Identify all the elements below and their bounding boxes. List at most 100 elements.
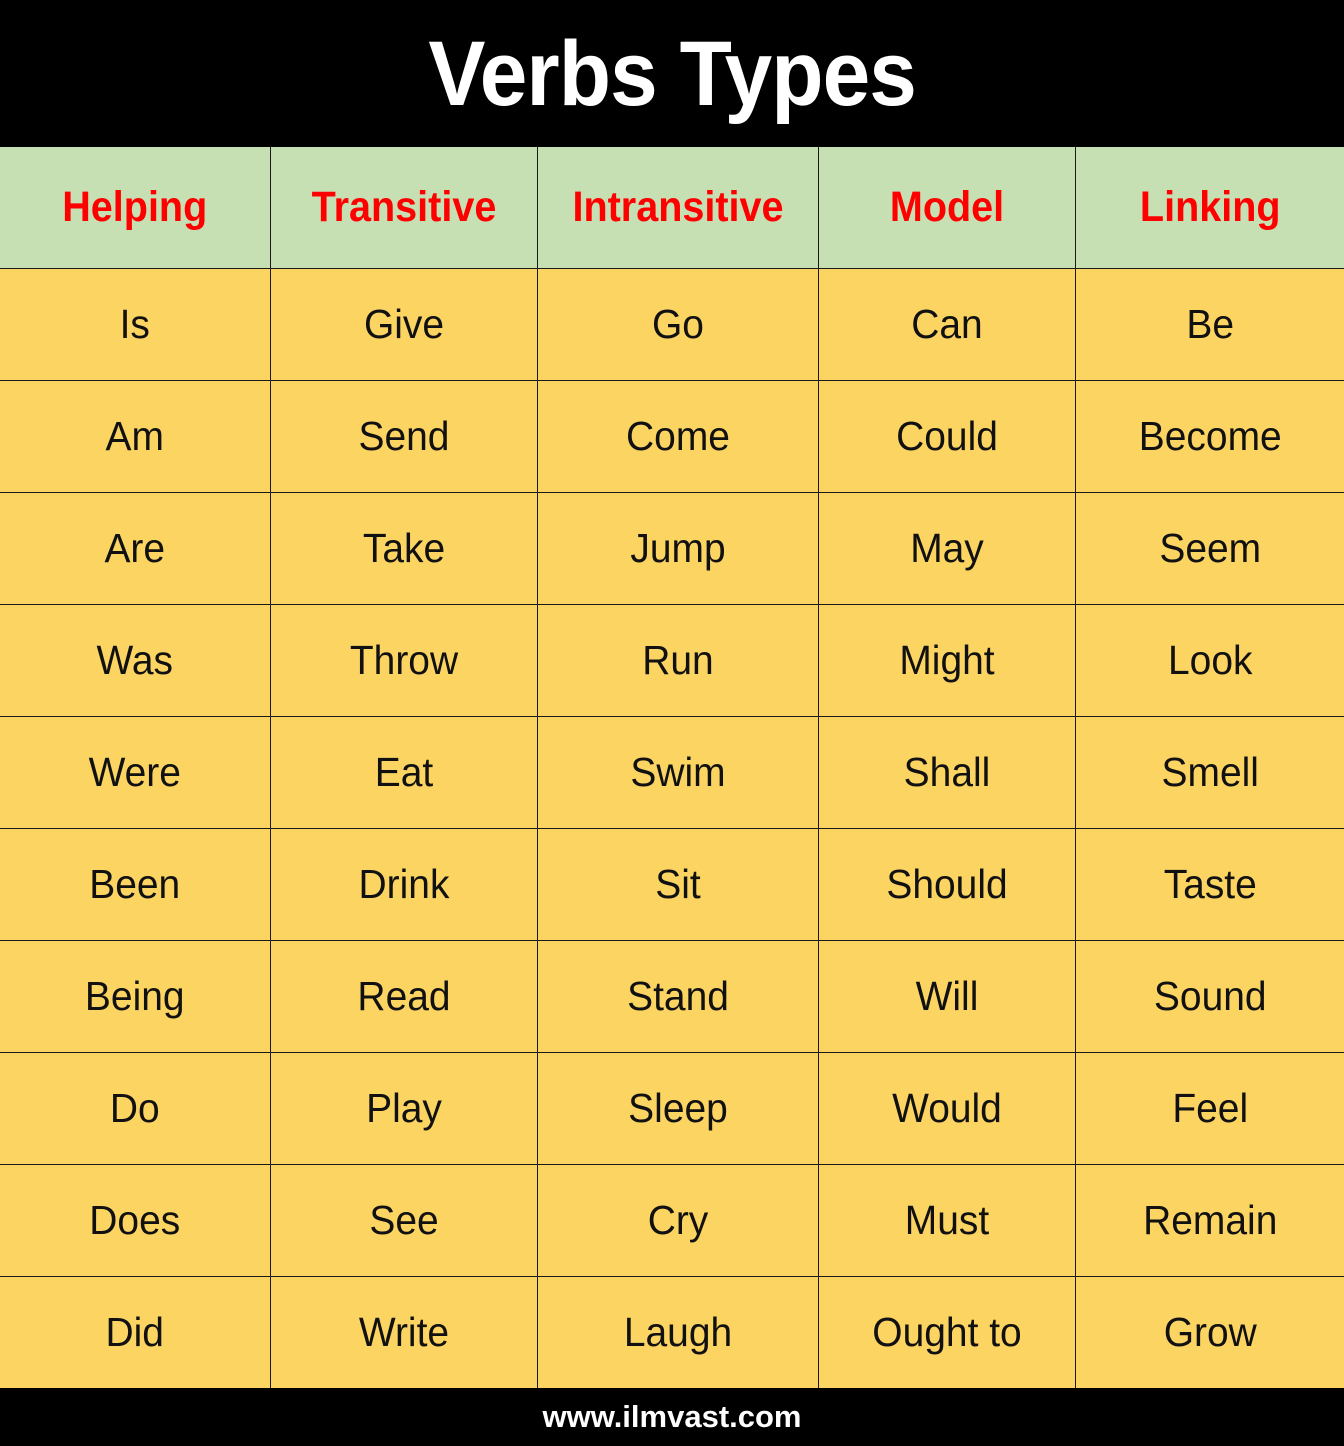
page-title: Verbs Types bbox=[428, 22, 916, 125]
cell-text: Sleep bbox=[627, 1085, 728, 1131]
cell-text: Are bbox=[104, 525, 166, 571]
table-cell: See bbox=[269, 1164, 538, 1277]
verb-table-container: Helping Transitive Intransitive Model Li… bbox=[0, 147, 1344, 1388]
cell-text: Grow bbox=[1163, 1309, 1257, 1355]
table-cell: Laugh bbox=[536, 1276, 819, 1388]
table-cell: Must bbox=[817, 1164, 1076, 1277]
table-row: Been Drink Sit Should Taste bbox=[0, 828, 1344, 941]
cell-text: Must bbox=[904, 1197, 989, 1243]
table-cell: Could bbox=[817, 380, 1076, 493]
table-cell: Drink bbox=[269, 828, 538, 941]
cell-text: Laugh bbox=[623, 1309, 732, 1355]
cell-text: Swim bbox=[629, 749, 726, 795]
cell-text: Can bbox=[910, 301, 983, 347]
cell-text: Play bbox=[365, 1085, 442, 1131]
table-cell: Throw bbox=[269, 604, 538, 717]
cell-text: Will bbox=[915, 973, 978, 1019]
table-cell: Feel bbox=[1074, 1052, 1344, 1165]
cell-text: Drink bbox=[358, 861, 449, 907]
column-header-linking: Linking bbox=[1074, 147, 1344, 269]
table-row: Are Take Jump May Seem bbox=[0, 492, 1344, 605]
title-band: Verbs Types bbox=[0, 0, 1344, 147]
cell-text: Does bbox=[89, 1197, 181, 1243]
cell-text: Did bbox=[105, 1309, 164, 1355]
table-cell: Run bbox=[536, 604, 819, 717]
cell-text: Should bbox=[885, 861, 1008, 907]
column-header-helping-label: Helping bbox=[62, 183, 208, 231]
cell-text: Feel bbox=[1171, 1085, 1248, 1131]
table-cell: Become bbox=[1074, 380, 1344, 493]
column-header-linking-label: Linking bbox=[1139, 183, 1281, 231]
table-cell: Write bbox=[269, 1276, 538, 1388]
table-cell: Does bbox=[0, 1164, 271, 1277]
table-cell: Been bbox=[0, 828, 271, 941]
column-header-model-label: Model bbox=[889, 183, 1004, 231]
cell-text: See bbox=[368, 1197, 439, 1243]
cell-text: Stand bbox=[626, 973, 729, 1019]
table-cell: Sit bbox=[536, 828, 819, 941]
cell-text: Ought to bbox=[871, 1309, 1022, 1355]
footer-band: www.ilmvast.com bbox=[0, 1388, 1344, 1446]
table-row: Does See Cry Must Remain bbox=[0, 1164, 1344, 1277]
table-cell: Take bbox=[269, 492, 538, 605]
table-cell: Stand bbox=[536, 940, 819, 1053]
table-row: Was Throw Run Might Look bbox=[0, 604, 1344, 717]
column-header-transitive-label: Transitive bbox=[311, 183, 496, 231]
cell-text: Come bbox=[625, 413, 730, 459]
cell-text: Were bbox=[88, 749, 181, 795]
cell-text: Do bbox=[109, 1085, 160, 1131]
cell-text: Jump bbox=[629, 525, 726, 571]
cell-text: Remain bbox=[1142, 1197, 1277, 1243]
cell-text: Throw bbox=[349, 637, 458, 683]
cell-text: Look bbox=[1167, 637, 1252, 683]
table-row: Did Write Laugh Ought to Grow bbox=[0, 1276, 1344, 1388]
table-body: Is Give Go Can Be Am Send Come Could Bec… bbox=[0, 268, 1344, 1388]
cell-text: Be bbox=[1185, 301, 1234, 347]
cell-text: May bbox=[909, 525, 984, 571]
table-row: Am Send Come Could Become bbox=[0, 380, 1344, 493]
table-row: Were Eat Swim Shall Smell bbox=[0, 716, 1344, 829]
cell-text: Might bbox=[898, 637, 995, 683]
cell-text: Run bbox=[641, 637, 714, 683]
table-cell: Might bbox=[817, 604, 1076, 717]
table-cell: Shall bbox=[817, 716, 1076, 829]
table-cell: Will bbox=[817, 940, 1076, 1053]
cell-text: Was bbox=[96, 637, 173, 683]
column-header-helping: Helping bbox=[0, 147, 271, 269]
table-cell: Read bbox=[269, 940, 538, 1053]
table-cell: Grow bbox=[1074, 1276, 1344, 1388]
table-cell: Can bbox=[817, 268, 1076, 381]
table-cell: Jump bbox=[536, 492, 819, 605]
table-cell: Should bbox=[817, 828, 1076, 941]
table-cell: Was bbox=[0, 604, 271, 717]
cell-text: Cry bbox=[647, 1197, 708, 1243]
cell-text: Been bbox=[89, 861, 181, 907]
cell-text: Smell bbox=[1161, 749, 1259, 795]
table-cell: Did bbox=[0, 1276, 271, 1388]
table-cell: Be bbox=[1074, 268, 1344, 381]
header-row: Helping Transitive Intransitive Model Li… bbox=[0, 147, 1344, 269]
table-cell: Cry bbox=[536, 1164, 819, 1277]
table-cell: Look bbox=[1074, 604, 1344, 717]
column-header-intransitive: Intransitive bbox=[536, 147, 819, 269]
table-cell: Seem bbox=[1074, 492, 1344, 605]
table-cell: Smell bbox=[1074, 716, 1344, 829]
table-cell: Would bbox=[817, 1052, 1076, 1165]
table-cell: Being bbox=[0, 940, 271, 1053]
table-cell: Are bbox=[0, 492, 271, 605]
verb-types-table: Helping Transitive Intransitive Model Li… bbox=[0, 147, 1344, 1388]
cell-text: Seem bbox=[1158, 525, 1261, 571]
cell-text: Could bbox=[895, 413, 998, 459]
cell-text: Taste bbox=[1163, 861, 1257, 907]
cell-text: Sound bbox=[1153, 973, 1267, 1019]
table-cell: May bbox=[817, 492, 1076, 605]
table-cell: Eat bbox=[269, 716, 538, 829]
cell-text: Go bbox=[651, 301, 704, 347]
table-cell: Send bbox=[269, 380, 538, 493]
cell-text: Send bbox=[358, 413, 449, 459]
cell-text: Am bbox=[105, 413, 164, 459]
table-row: Is Give Go Can Be bbox=[0, 268, 1344, 381]
verbs-types-infographic: Verbs Types Helping Transitive Intransit… bbox=[0, 0, 1344, 1446]
website-url: www.ilmvast.com bbox=[542, 1399, 802, 1434]
table-cell: Do bbox=[0, 1052, 271, 1165]
